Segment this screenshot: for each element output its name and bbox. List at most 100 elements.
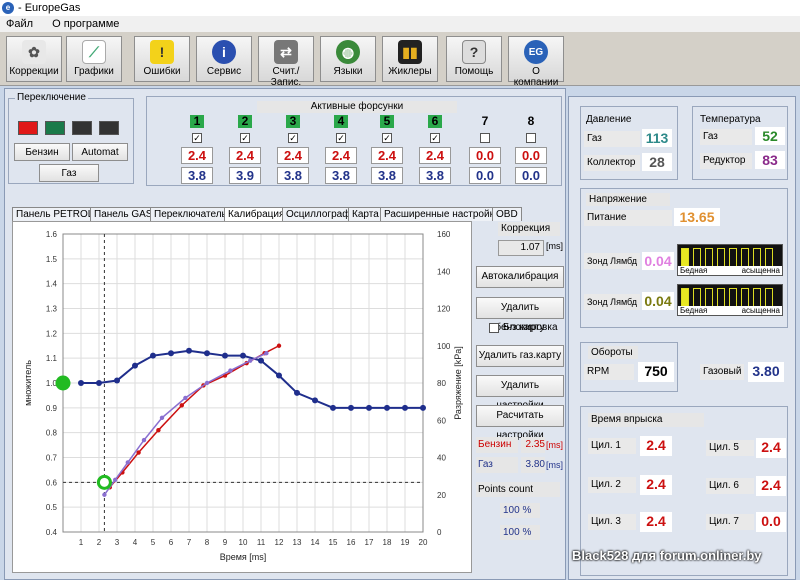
toolbar-button-about-company[interactable]: EG О компании: [508, 36, 564, 88]
series-point-0: [294, 389, 300, 396]
cyl3-value: 2.4: [640, 512, 672, 532]
tab-obd[interactable]: OBD: [492, 207, 522, 221]
benzin-time-unit: [ms]: [546, 440, 563, 450]
x-tick-label: 17: [365, 538, 374, 547]
injector-checkbox-5[interactable]: ✓: [382, 133, 392, 143]
calculate-settings-button[interactable]: Расчитать настройки: [476, 405, 564, 441]
toolbar-button-charts[interactable]: ⟋ Графики: [66, 36, 122, 82]
cyl6-label: Цил. 6: [706, 478, 754, 494]
pressure-gas-label: Газ: [584, 131, 640, 147]
series-point-0: [420, 404, 426, 411]
series-point-2: [228, 368, 233, 373]
automat-button[interactable]: Automat: [72, 143, 128, 161]
series-point-2: [141, 437, 147, 443]
tab-panel-petrol[interactable]: Панель PETROL: [12, 207, 98, 221]
series-point-1: [156, 427, 161, 433]
x-tick-label: 18: [383, 538, 392, 547]
tab-panel-gas[interactable]: Панель GAS: [90, 207, 157, 221]
menu-file[interactable]: Файл: [6, 18, 33, 30]
y2-tick-label: 120: [437, 305, 451, 314]
delete-petrol-map-button[interactable]: Удалить бенз.карту: [476, 297, 564, 333]
toolbar-button-jets[interactable]: ▮▮ Жиклеры: [382, 36, 438, 82]
cyl1-label: Цил. 1: [588, 438, 636, 454]
y-axis-label: множитель: [23, 360, 33, 406]
toolbar-button-corrections[interactable]: ✿ Коррекции: [6, 36, 62, 82]
menu-about[interactable]: О программе: [52, 18, 119, 30]
benzin-time-label: Бензин: [476, 437, 518, 453]
lambda1-seg: [693, 248, 701, 268]
injector-checkbox-3[interactable]: ✓: [288, 133, 298, 143]
color-indicator-1: [18, 121, 38, 135]
y-tick-label: 1.2: [46, 329, 58, 338]
toolbar-button-languages[interactable]: ◍ Языки: [320, 36, 376, 82]
toolbar-button-read-write[interactable]: ⇄ Счит./Запис.: [258, 36, 314, 88]
cyl5-value: 2.4: [756, 438, 786, 458]
tab-advanced-settings[interactable]: Расширенные настройки: [380, 207, 504, 221]
x-tick-label: 16: [347, 538, 356, 547]
lambda1-seg: [729, 248, 737, 268]
tab-oscilloscope[interactable]: Осциллограф: [282, 207, 355, 221]
gas-button[interactable]: Газ: [39, 164, 99, 182]
series-point-2: [113, 477, 118, 483]
temp-gas-value: 52: [755, 127, 785, 145]
lambda1-value: 0.04: [642, 252, 674, 270]
injector-number-2: 2: [238, 115, 252, 128]
autocalibration-button[interactable]: Автокалибрация: [476, 266, 564, 288]
toolbar-button-errors[interactable]: ! Ошибки: [134, 36, 190, 82]
series-point-0: [204, 350, 210, 357]
injector-petrol-time-4: 2.4: [325, 147, 357, 164]
series-point-0: [276, 372, 282, 379]
calibration-chart-frame: 0.4 0.5 0.6 0.7 0.8 0.9 1.0 1.1 1.2 1.3 1.4 1.5 1.6 1…: [12, 221, 472, 573]
points-count-label: Points count: [476, 482, 560, 497]
delete-gas-map-button[interactable]: Удалить газ.карту: [476, 345, 564, 367]
injector-petrol-time-2: 2.4: [229, 147, 261, 164]
toolbar-button-help[interactable]: ? Помощь: [446, 36, 502, 82]
x-tick-label: 9: [223, 538, 228, 547]
tab-switcher[interactable]: Переключатель: [150, 207, 231, 221]
y2-axis-label: Разряжение [kPa]: [453, 346, 463, 420]
injector-checkbox-8[interactable]: [526, 133, 536, 143]
series-point-0: [348, 404, 354, 411]
delete-settings-button[interactable]: Удалить настройки: [476, 375, 564, 411]
voltage-caption: Напряжение: [586, 193, 670, 206]
lambda1-seg: [741, 248, 749, 268]
injector-checkbox-7[interactable]: [480, 133, 490, 143]
temp-gas-label: Газ: [700, 129, 752, 145]
rpm-label: RPM: [584, 364, 634, 380]
y-tick-label: 1.5: [46, 255, 58, 264]
injector-gas-time-4: 3.8: [325, 167, 357, 184]
series-point-1: [136, 450, 141, 455]
y2-tick-label: 0: [437, 528, 442, 537]
lambda1-seg: [681, 248, 689, 268]
tab-map[interactable]: Карта: [348, 207, 383, 221]
series-point-2: [159, 415, 165, 420]
chart-marker-0: [55, 375, 71, 391]
benzin-time-value: 2.35: [521, 437, 545, 453]
rpm-caption: Обороты: [588, 346, 638, 359]
x-tick-label: 12: [275, 538, 284, 547]
color-indicator-2: [45, 121, 65, 135]
injector-checkbox-2[interactable]: ✓: [240, 133, 250, 143]
y2-tick-label: 100: [437, 342, 451, 351]
cyl2-value: 2.4: [640, 475, 672, 495]
x-tick-label: 13: [293, 538, 302, 547]
lock-checkbox[interactable]: [489, 323, 499, 333]
injector-checkbox-6[interactable]: ✓: [430, 133, 440, 143]
title-bar: e - EuropeGas: [0, 0, 800, 16]
injector-checkbox-4[interactable]: ✓: [336, 133, 346, 143]
chart-icon: ⟋: [82, 40, 106, 64]
series-point-1: [179, 403, 184, 408]
series-point-0: [258, 357, 264, 364]
lambda2-seg: [705, 288, 713, 308]
app-icon: e: [2, 2, 14, 14]
cyl7-value: 0.0: [756, 512, 786, 532]
injector-gas-time-7: 0.0: [469, 167, 501, 184]
series-point-0: [330, 404, 336, 411]
benzin-button[interactable]: Бензин: [14, 143, 70, 161]
calibration-chart[interactable]: 0.40.50.60.70.80.91.01.11.21.31.41.51.61…: [13, 222, 471, 572]
toolbar-button-service[interactable]: i Сервис: [196, 36, 252, 82]
y-tick-label: 1.4: [46, 280, 58, 289]
correction-value[interactable]: 1.07: [498, 240, 544, 256]
injector-checkbox-1[interactable]: ✓: [192, 133, 202, 143]
tab-calibration[interactable]: Калибрация: [224, 207, 289, 221]
